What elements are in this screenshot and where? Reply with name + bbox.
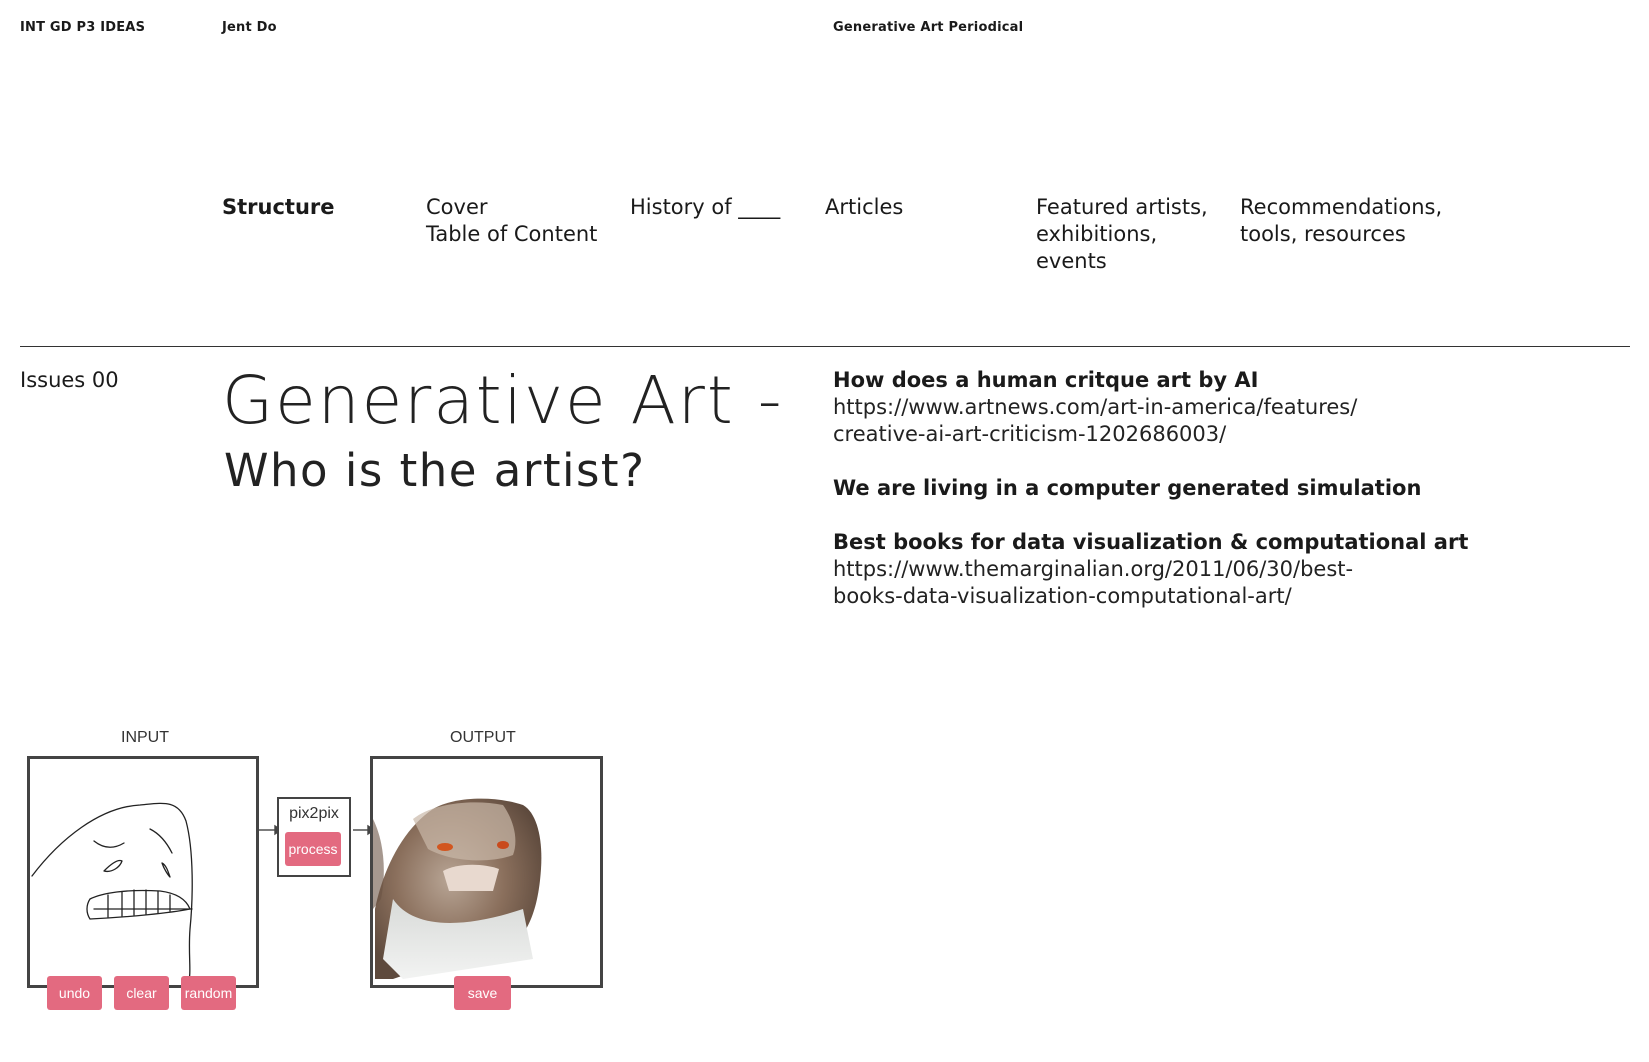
reference-link[interactable]: https://www.themarginalian.org/2011/06/3…: [833, 556, 1533, 583]
face-sketch: [31, 802, 193, 986]
structure-line: Featured artists,: [1036, 195, 1208, 219]
input-label: INPUT: [121, 729, 169, 746]
input-canvas[interactable]: [27, 756, 259, 988]
reference-list: How does a human critque art by AI https…: [833, 367, 1533, 610]
save-button[interactable]: save: [454, 976, 511, 1010]
reference-question: Best books for data visualization & comp…: [833, 530, 1469, 554]
project-title: Generative Art Periodical: [833, 20, 1024, 35]
structure-col-featured: Featured artists, exhibitions, events: [1036, 194, 1208, 275]
structure-line: History of ____: [630, 195, 781, 219]
reference-link[interactable]: books-data-visualization-computational-a…: [833, 583, 1533, 610]
generated-cat-image: [373, 798, 542, 979]
author-name: Jent Do: [222, 20, 277, 35]
structure-line: Articles: [825, 195, 904, 219]
structure-col-cover: Cover Table of Content: [426, 194, 597, 248]
reference-link[interactable]: https://www.artnews.com/art-in-america/f…: [833, 394, 1533, 421]
clear-button[interactable]: clear: [114, 976, 169, 1010]
structure-line: Table of Content: [426, 222, 598, 246]
output-label: OUTPUT: [450, 729, 516, 746]
issue-label: Issues 00: [20, 368, 119, 392]
undo-button[interactable]: undo: [47, 976, 102, 1010]
reference-link[interactable]: creative-ai-art-criticism-1202686003/: [833, 421, 1533, 448]
structure-col-recommendations: Recommendations, tools, resources: [1240, 194, 1442, 248]
structure-col-history: History of ____: [630, 194, 780, 221]
structure-line: Recommendations,: [1240, 195, 1443, 219]
output-canvas: [370, 756, 603, 988]
structure-line: exhibitions,: [1036, 222, 1158, 246]
issue-subtitle: Who is the artist?: [224, 444, 646, 497]
structure-col-articles: Articles: [825, 194, 903, 221]
structure-line: events: [1036, 249, 1107, 273]
course-code: INT GD P3 IDEAS: [20, 20, 146, 35]
structure-heading: Structure: [222, 195, 335, 219]
pix2pix-model-box: pix2pix process: [277, 797, 351, 877]
random-button[interactable]: random: [181, 976, 236, 1010]
structure-line: Cover: [426, 195, 488, 219]
issue-title: Generative Art -: [222, 362, 784, 439]
reference-question: We are living in a computer generated si…: [833, 476, 1422, 500]
pix2pix-figure: INPUT OUTPUT pix2pix process undo clear …: [0, 720, 640, 1040]
section-divider: [20, 346, 1630, 347]
process-button[interactable]: process: [285, 832, 341, 866]
structure-line: tools, resources: [1240, 222, 1406, 246]
model-label: pix2pix: [289, 805, 339, 822]
reference-question: How does a human critque art by AI: [833, 368, 1259, 392]
